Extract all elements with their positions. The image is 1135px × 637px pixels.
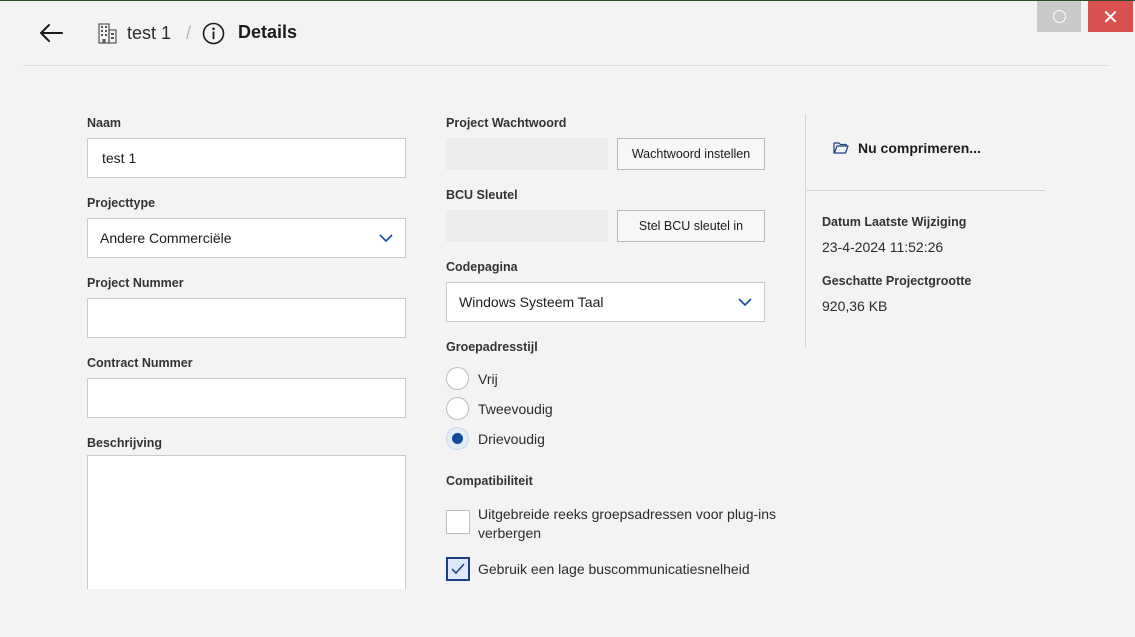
radio-vrij-label[interactable]: Vrij	[478, 371, 498, 387]
naam-label: Naam	[87, 116, 122, 130]
projecttype-value: Andere Commerciële	[100, 230, 232, 246]
radio-vrij[interactable]	[446, 367, 469, 390]
radio-drievoudig-label[interactable]: Drievoudig	[478, 431, 545, 447]
naam-input[interactable]: test 1	[87, 138, 406, 178]
breadcrumb-separator: /	[186, 23, 192, 43]
column-divider	[805, 114, 806, 348]
naam-value: test 1	[102, 150, 137, 166]
side-divider	[806, 190, 1045, 191]
project-nummer-label: Project Nummer	[87, 276, 184, 290]
low-bus-speed-label[interactable]: Gebruik een lage buscommunicatiesnelheid	[478, 560, 750, 579]
last-modified-label: Datum Laatste Wijziging	[822, 215, 967, 229]
groepadresstijl-label: Groepadresstijl	[446, 340, 538, 354]
info-circle-icon	[202, 22, 225, 45]
beschrijving-label: Beschrijving	[87, 436, 163, 450]
project-size-label: Geschatte Projectgrootte	[822, 274, 972, 288]
password-field	[446, 138, 608, 170]
codepagina-select[interactable]: Windows Systeem Taal	[446, 282, 765, 322]
contract-nummer-label: Contract Nummer	[87, 356, 193, 370]
password-label: Project Wachtwoord	[446, 116, 567, 130]
chevron-down-icon	[738, 298, 752, 307]
beschrijving-textarea[interactable]	[87, 455, 406, 589]
arrow-left-icon[interactable]	[38, 20, 64, 46]
project-nummer-input[interactable]	[87, 298, 406, 338]
compatibiliteit-label: Compatibiliteit	[446, 474, 533, 488]
codepagina-value: Windows Systeem Taal	[459, 294, 604, 310]
last-modified-value: 23-4-2024 11:52:26	[822, 239, 944, 255]
header-divider	[23, 65, 1109, 66]
radio-tweevoudig-label[interactable]: Tweevoudig	[478, 401, 553, 417]
folder-open-icon	[833, 142, 849, 154]
radio-tweevoudig[interactable]	[446, 397, 469, 420]
set-bcu-button[interactable]: Stel BCU sleutel in	[617, 210, 765, 242]
set-bcu-label: Stel BCU sleutel in	[638, 219, 744, 233]
radio-drievoudig[interactable]	[446, 427, 469, 450]
low-bus-speed-checkbox[interactable]	[446, 557, 470, 581]
checkmark-icon	[451, 563, 465, 575]
hide-extended-range-label[interactable]: Uitgebreide reeks groepsadressen voor pl…	[478, 505, 778, 543]
projecttype-select[interactable]: Andere Commerciële	[87, 218, 406, 258]
bcu-field	[446, 210, 608, 242]
contract-nummer-input[interactable]	[87, 378, 406, 418]
compress-label: Nu comprimeren...	[858, 140, 981, 156]
codepagina-label: Codepagina	[446, 260, 518, 274]
header: test 1 / Details	[0, 0, 1135, 66]
bcu-label: BCU Sleutel	[446, 188, 518, 202]
chevron-down-icon	[379, 234, 393, 243]
projecttype-label: Projecttype	[87, 196, 156, 210]
page-title: Details	[238, 22, 298, 42]
compress-button[interactable]: Nu comprimeren...	[833, 140, 981, 156]
project-size-value: 920,36 KB	[822, 298, 888, 314]
building-icon	[98, 23, 117, 44]
radio-selected-dot	[452, 433, 463, 444]
breadcrumb-project[interactable]: test 1	[127, 23, 171, 44]
set-password-button[interactable]: Wachtwoord instellen	[617, 138, 765, 170]
set-password-label: Wachtwoord instellen	[631, 147, 751, 161]
hide-extended-range-checkbox[interactable]	[446, 510, 470, 534]
